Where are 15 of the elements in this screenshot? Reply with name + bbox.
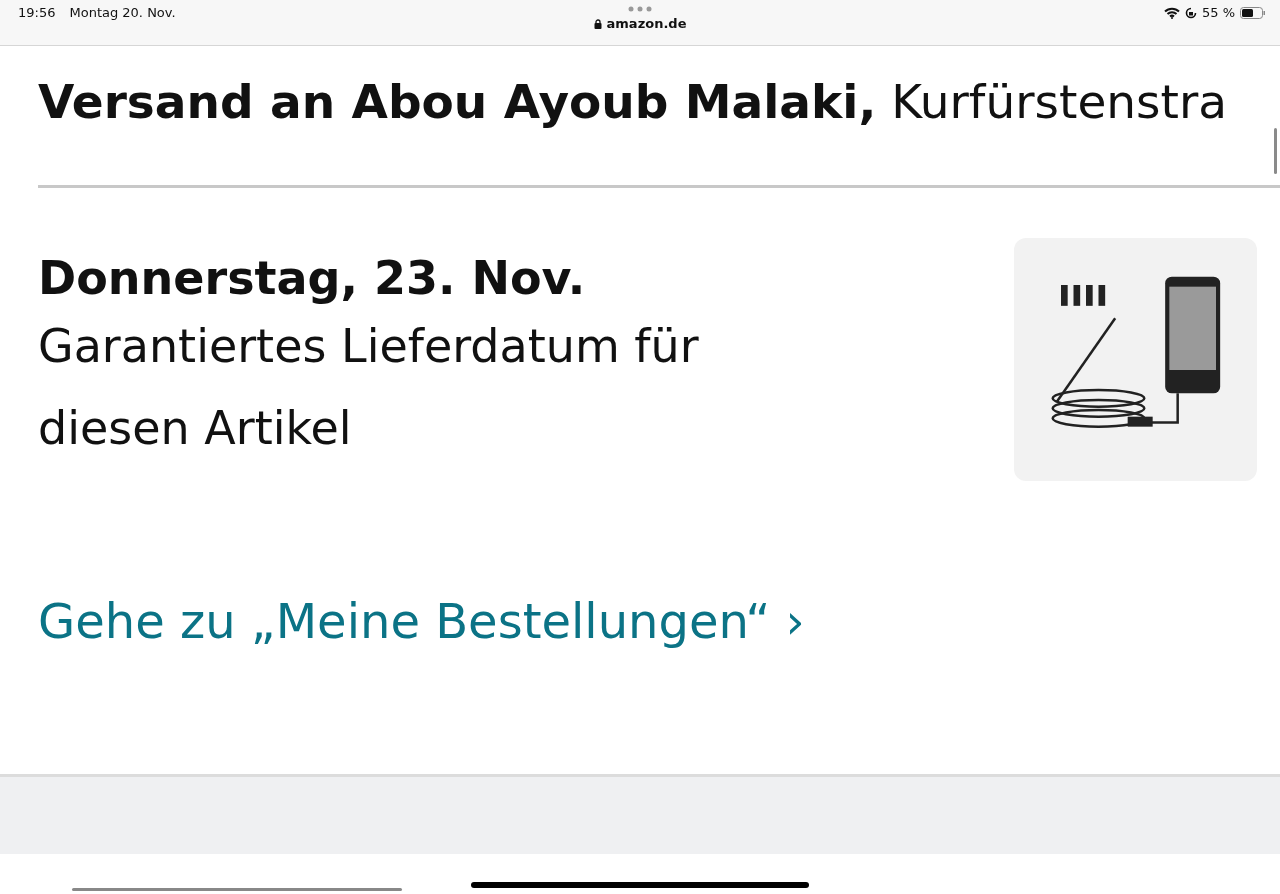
scroll-indicator: [1274, 128, 1277, 174]
product-photo-placeholder[interactable]: [1014, 238, 1257, 482]
my-orders-link[interactable]: Gehe zu „Meine Bestellungen“ ›: [38, 593, 805, 650]
clock-time: 19:56: [18, 5, 56, 20]
orientation-lock-icon: [1184, 6, 1197, 19]
status-date: Montag 20. Nov.: [69, 5, 176, 20]
delivery-date: Donnerstag, 23. Nov.: [38, 252, 587, 306]
lock-icon: [593, 18, 602, 29]
shipping-address-heading: Versand an Abou Ayoub Malaki, Kurfürstenstra: [38, 74, 1229, 131]
delivery-note: Garantiertes Lieferdatum für diesen Artikel: [38, 318, 700, 458]
wifi-icon: [1163, 6, 1180, 19]
url-text[interactable]: amazon.de: [606, 16, 687, 31]
battery-percent: 55 %: [1201, 5, 1235, 20]
battery-icon: [1240, 6, 1266, 19]
more-dots-icon[interactable]: [628, 6, 652, 12]
